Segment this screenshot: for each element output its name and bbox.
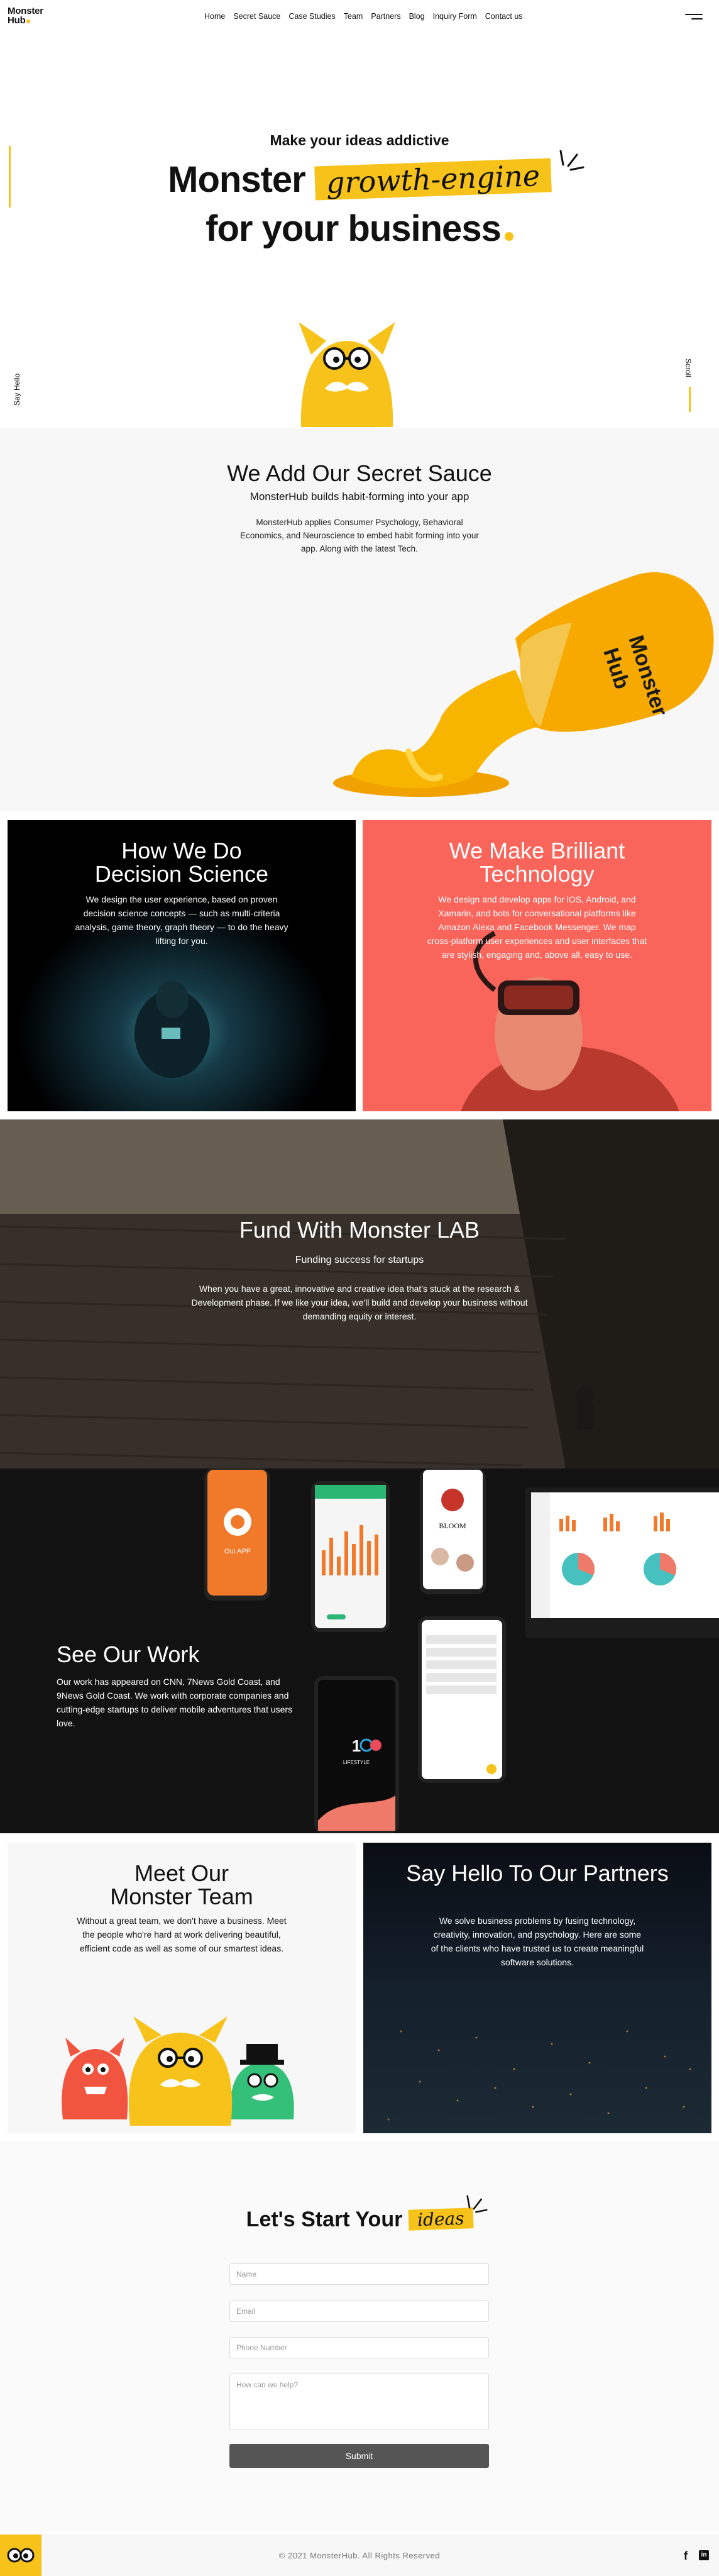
decision-title-line1: How We Do	[121, 838, 242, 863]
nav-contact-us[interactable]: Contact us	[485, 12, 523, 21]
technology-title: We Make Brilliant Technology	[363, 839, 711, 886]
team-description: Without a great team, we don't have a bu…	[77, 1916, 287, 1953]
hero-headline-line2-text: for your business	[206, 208, 502, 249]
name-input[interactable]	[229, 2263, 489, 2285]
submit-button[interactable]: Submit	[229, 2444, 489, 2468]
svg-text:1: 1	[352, 1736, 361, 1755]
contact-section: Let's Start Your ideas Submit	[0, 2141, 719, 2531]
scroll-label: Scroll	[684, 358, 693, 378]
team-title-line1: Meet Our	[134, 1860, 229, 1886]
phone-input[interactable]	[229, 2337, 489, 2358]
fund-subtitle: Funding success for startups	[295, 1255, 424, 1265]
spark-icon	[559, 150, 585, 171]
technology-card[interactable]: We Make Brilliant Technology We design an…	[363, 820, 711, 1111]
contact-title-pre: Let's Start Your	[246, 2207, 403, 2231]
nav-case-studies[interactable]: Case Studies	[288, 12, 335, 21]
message-input[interactable]	[229, 2373, 489, 2430]
technology-title-line2: Technology	[480, 861, 595, 887]
hero-tagline: Make your ideas addictive	[270, 132, 449, 148]
phone-app-label: Out APP	[224, 1548, 251, 1555]
linkedin-icon[interactable]: in	[699, 2550, 709, 2560]
main-nav: Home Secret Sauce Case Studies Team Part…	[204, 12, 523, 21]
nav-blog[interactable]: Blog	[409, 12, 425, 21]
bloom-label: BLOOM	[439, 1521, 466, 1530]
hamburger-icon[interactable]	[684, 13, 703, 21]
team-title: Meet Our Monster Team	[8, 1862, 356, 1908]
hero-headline-highlight: growth-engine	[314, 158, 552, 201]
lifestyle-label: LIFESTYLE	[343, 1760, 370, 1765]
sauce-title: We Add Our Secret Sauce	[227, 460, 492, 486]
hero-headline-pre: Monster	[168, 159, 306, 200]
sauce-description: MonsterHub applies Consumer Psychology, …	[240, 518, 479, 553]
hero-headline: Monster growth-engine	[0, 158, 719, 201]
decision-title-line2: Decision Science	[94, 861, 269, 887]
technology-title-line1: We Make Brilliant	[449, 838, 625, 863]
secret-sauce-section: We Add Our Secret Sauce MonsterHub build…	[0, 428, 719, 811]
nav-inquiry-form[interactable]: Inquiry Form	[433, 12, 477, 21]
email-input[interactable]	[229, 2301, 489, 2322]
nav-home[interactable]: Home	[204, 12, 225, 21]
contact-title-highlight: ideas	[408, 2207, 473, 2231]
monster-mascot-icon	[299, 322, 395, 427]
work-description: Our work has appeared on CNN, 7News Gold…	[57, 1677, 293, 1728]
fund-title: Fund With Monster LAB	[239, 1217, 480, 1243]
fund-description: When you have a great, innovative and cr…	[191, 1284, 528, 1321]
work-section[interactable]: Out APP BLOOM 1 LIFESTYLE See Our Work O…	[0, 1468, 719, 1833]
site-footer: © 2021 MonsterHub. All Rights Reserved f…	[0, 2534, 719, 2576]
partners-card[interactable]: Say Hello To Our Partners We solve busin…	[363, 1843, 711, 2133]
logo-dot	[26, 19, 30, 23]
technology-description: We design and develop apps for iOS, Andr…	[427, 894, 647, 960]
partners-description: We solve business problems by fusing tec…	[431, 1916, 644, 1967]
facebook-icon[interactable]: f	[684, 2550, 688, 2563]
decision-description: We design the user experience, based on …	[75, 894, 288, 946]
copyright: © 2021 MonsterHub. All Rights Reserved	[278, 2551, 441, 2560]
decision-science-card[interactable]: How We Do Decision Science We design the …	[8, 820, 356, 1111]
say-hello-label: Say Hello	[13, 373, 21, 406]
nav-partners[interactable]: Partners	[371, 12, 400, 21]
sauce-subtitle: MonsterHub builds habit-forming into you…	[250, 491, 469, 502]
partners-title: Say Hello To Our Partners	[406, 1860, 669, 1886]
logo-line1: Monster	[8, 6, 43, 16]
nav-team[interactable]: Team	[344, 12, 363, 21]
site-logo[interactable]: Monster Hub	[8, 6, 43, 25]
work-title: See Our Work	[57, 1641, 200, 1667]
spark-icon	[466, 2195, 488, 2213]
decision-title: How We Do Decision Science	[8, 839, 356, 886]
fund-section: Fund With Monster LAB Funding success fo…	[0, 1119, 719, 1468]
team-card[interactable]: Meet Our Monster Team Without a great tea…	[8, 1843, 356, 2133]
city-night-image	[363, 1843, 711, 2133]
site-header: Monster Hub Home Secret Sauce Case Studi…	[0, 0, 719, 33]
sauce-bottle-image: Monster Hub	[333, 572, 714, 797]
contact-title: Let's Start Your ideas	[0, 2207, 719, 2232]
logo-line2: Hub	[8, 15, 26, 26]
scroll-bar	[689, 387, 691, 412]
yellow-dot	[504, 232, 513, 241]
team-title-line2: Monster Team	[110, 1884, 253, 1909]
nav-secret-sauce[interactable]: Secret Sauce	[233, 12, 280, 21]
hero-headline-line2: for your business	[0, 208, 719, 250]
